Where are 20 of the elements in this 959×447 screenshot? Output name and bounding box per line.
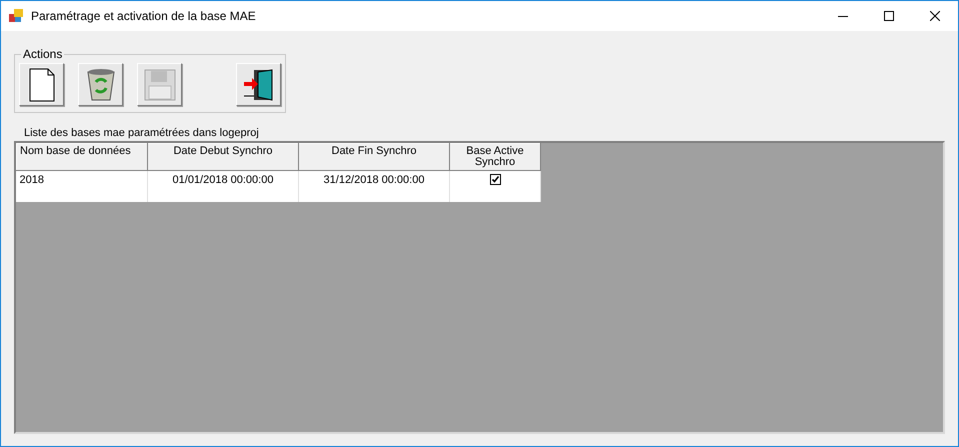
recycle-button[interactable] xyxy=(78,63,123,106)
table-cell: 31/12/2018 00:00:00 xyxy=(298,170,450,202)
group-label: Actions xyxy=(22,47,64,61)
app-icon xyxy=(9,9,23,23)
exit-button[interactable] xyxy=(236,63,281,106)
list-label: Liste des bases mae paramétrées dans logeproj xyxy=(24,127,260,139)
column-header[interactable]: Date Debut Synchro xyxy=(148,144,298,170)
checkbox[interactable] xyxy=(490,174,500,185)
table-cell: 01/01/2018 00:00:00 xyxy=(148,170,298,202)
exit-door-icon xyxy=(242,68,276,102)
recycle-bin-icon xyxy=(86,68,116,102)
document-icon xyxy=(28,68,54,102)
column-header[interactable]: Date Fin Synchro xyxy=(298,144,450,170)
column-header[interactable]: Base Active Synchro xyxy=(450,144,540,170)
window-title: Paramétrage et activation de la base MAE xyxy=(31,9,257,23)
column-header[interactable]: Nom base de données xyxy=(16,144,148,170)
close-icon xyxy=(930,11,940,21)
new-button[interactable] xyxy=(19,63,64,106)
maximize-icon xyxy=(884,11,894,21)
table-cell: 2018 xyxy=(16,170,148,202)
